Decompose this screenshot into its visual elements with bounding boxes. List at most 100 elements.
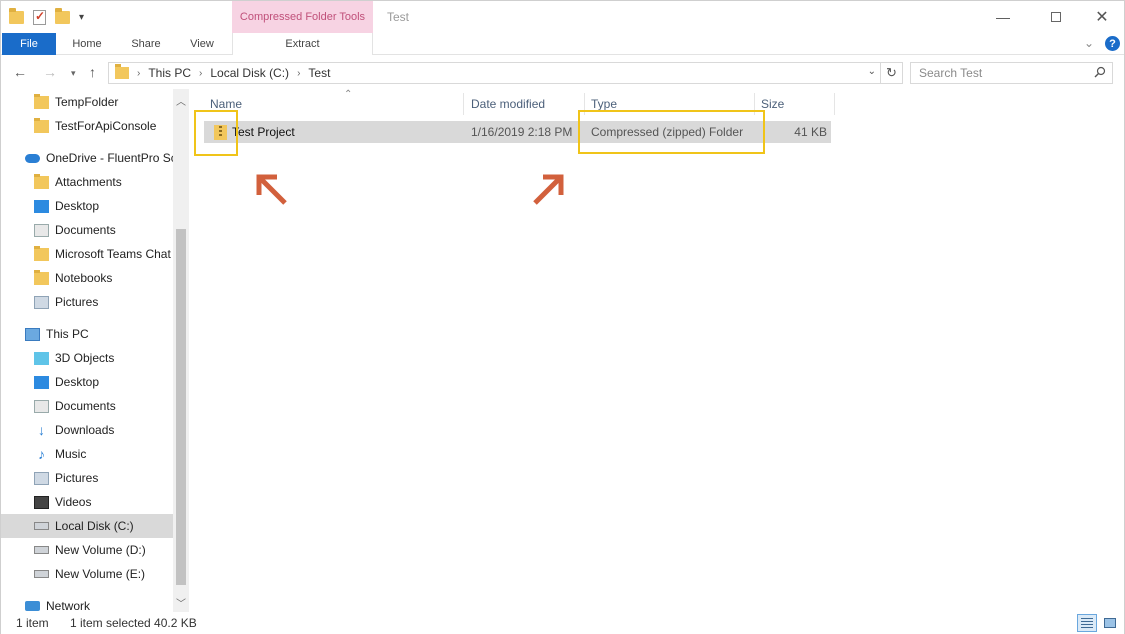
sidebar-item-label: Notebooks <box>55 271 113 285</box>
sidebar-item-this-pc[interactable]: This PC <box>1 322 173 346</box>
sidebar-item-label: Desktop <box>55 375 100 389</box>
network-icon <box>25 601 40 611</box>
pictures-icon <box>34 295 49 309</box>
maximize-icon <box>1051 12 1061 22</box>
details-view-button[interactable] <box>1077 614 1097 632</box>
highlight-box-icon <box>194 110 238 156</box>
sidebar-item-tempfolder[interactable]: TempFolder <box>1 90 173 114</box>
file-size: 41 KB <box>794 125 827 139</box>
contextual-tab-group: Compressed Folder Tools <box>232 1 373 33</box>
sidebar-item-videos[interactable]: Videos <box>1 490 173 514</box>
chevron-down-icon[interactable]: ⌄ <box>868 66 876 77</box>
search-input[interactable]: Search Test <box>910 62 1113 84</box>
quick-access-toolbar: ▾ <box>9 7 84 27</box>
sidebar-item-label: This PC <box>46 327 89 341</box>
column-header-name[interactable]: Name ⌃ <box>204 89 464 115</box>
scroll-down-icon[interactable]: ﹀ <box>176 595 186 610</box>
navigation-scrollbar[interactable]: ︿ ﹀ <box>173 89 189 613</box>
documents-icon <box>34 223 49 237</box>
sidebar-item-local-disk-c[interactable]: Local Disk (C:) <box>1 514 173 538</box>
sidebar-item-documents[interactable]: Documents <box>1 218 173 242</box>
desktop-icon <box>34 375 49 389</box>
sidebar-item-onedrive[interactable]: OneDrive - FluentPro Sc <box>1 146 173 170</box>
back-button[interactable]: ← <box>13 64 27 80</box>
sidebar-item-pictures[interactable]: Pictures <box>1 290 173 314</box>
large-icons-view-button[interactable] <box>1100 614 1120 632</box>
address-row: ← → ▾ ↑ › This PC › Local Disk (C:) › Te… <box>1 56 1124 89</box>
sidebar-item-label: New Volume (E:) <box>55 567 146 581</box>
window-title: Test <box>387 10 410 24</box>
sidebar-item-label: Documents <box>55 223 116 237</box>
expand-ribbon-icon[interactable]: ⌄ <box>1084 36 1094 50</box>
customize-toolbar-icon[interactable]: ▾ <box>79 12 84 23</box>
disk-icon <box>34 570 49 578</box>
sidebar-item-label: 3D Objects <box>55 351 115 365</box>
refresh-button[interactable]: ↻ <box>881 62 903 84</box>
sidebar-item-label: Videos <box>55 495 92 509</box>
file-date: 1/16/2019 2:18 PM <box>471 125 573 139</box>
file-list: Name ⌃ Date modified Type Size Test Proj… <box>189 89 1124 613</box>
sidebar-item-notebooks[interactable]: Notebooks <box>1 266 173 290</box>
tab-view[interactable]: View <box>176 33 228 55</box>
breadcrumb-this-pc[interactable]: This PC <box>148 66 191 80</box>
sidebar-item-label: Pictures <box>55 295 99 309</box>
help-icon[interactable]: ? <box>1105 36 1120 51</box>
properties-icon[interactable] <box>33 9 46 25</box>
large-icons-view-icon <box>1104 618 1116 628</box>
folder-icon <box>34 173 49 189</box>
scroll-up-icon[interactable]: ︿ <box>176 93 186 108</box>
sidebar-item-label: Desktop <box>55 199 100 213</box>
sidebar-item-teams-chat[interactable]: Microsoft Teams Chat <box>1 242 173 266</box>
sidebar-item-network[interactable]: Network <box>1 594 173 613</box>
file-name: Test Project <box>232 125 295 139</box>
sidebar-item-attachments[interactable]: Attachments <box>1 170 173 194</box>
cloud-icon <box>25 153 40 163</box>
forward-button[interactable]: → <box>43 64 57 80</box>
scrollbar-thumb[interactable] <box>176 229 186 585</box>
sidebar-item-label: Downloads <box>55 423 115 437</box>
sidebar-item-desktop[interactable]: Desktop <box>1 194 173 218</box>
minimize-button[interactable]: — <box>992 7 1014 27</box>
sidebar-item-new-volume-d[interactable]: New Volume (D:) <box>1 538 173 562</box>
disk-icon <box>34 546 49 554</box>
sidebar-item-3d-objects[interactable]: 3D Objects <box>1 346 173 370</box>
up-button[interactable]: ↑ <box>89 64 96 80</box>
new-folder-icon[interactable] <box>55 7 70 24</box>
maximize-button[interactable] <box>1045 7 1067 27</box>
disk-icon <box>34 522 49 530</box>
sidebar-item-downloads[interactable]: ↓ Downloads <box>1 418 173 442</box>
sidebar-item-desktop[interactable]: Desktop <box>1 370 173 394</box>
chevron-right-icon[interactable]: › <box>297 68 300 79</box>
tab-file[interactable]: File <box>2 33 56 55</box>
close-button[interactable]: ✕ <box>1091 7 1113 27</box>
sidebar-item-label: OneDrive - FluentPro Sc <box>46 151 173 165</box>
sort-ascending-icon: ⌃ <box>344 89 353 100</box>
column-header-date[interactable]: Date modified <box>465 93 585 115</box>
highlight-box-type <box>578 110 765 154</box>
sidebar-item-pictures[interactable]: Pictures <box>1 466 173 490</box>
sidebar-item-music[interactable]: ♪ Music <box>1 442 173 466</box>
recent-locations-icon[interactable]: ▾ <box>71 68 76 79</box>
sidebar-item-new-volume-e[interactable]: New Volume (E:) <box>1 562 173 586</box>
chevron-right-icon[interactable]: › <box>137 68 140 79</box>
search-placeholder: Search Test <box>919 66 983 80</box>
address-bar[interactable]: › This PC › Local Disk (C:) › Test ⌄ <box>108 62 881 84</box>
arrow-icon <box>533 174 564 205</box>
sidebar-item-label: New Volume (D:) <box>55 543 146 557</box>
sidebar-item-label: Documents <box>55 399 116 413</box>
chevron-right-icon[interactable]: › <box>199 68 202 79</box>
folder-icon <box>34 269 49 285</box>
tab-home[interactable]: Home <box>58 33 116 55</box>
tab-share[interactable]: Share <box>118 33 174 55</box>
breadcrumb-local-disk[interactable]: Local Disk (C:) <box>210 66 289 80</box>
sidebar-item-label: Attachments <box>55 175 122 189</box>
sidebar-item-testforapiconsole[interactable]: TestForApiConsole <box>1 114 173 138</box>
sidebar-item-label: Network <box>46 599 91 613</box>
desktop-icon <box>34 199 49 213</box>
column-header-size[interactable]: Size <box>755 93 835 115</box>
music-icon: ♪ <box>38 446 45 462</box>
video-icon <box>34 495 49 509</box>
tab-extract[interactable]: Extract <box>232 33 373 55</box>
sidebar-item-documents[interactable]: Documents <box>1 394 173 418</box>
breadcrumb-test[interactable]: Test <box>308 66 330 80</box>
